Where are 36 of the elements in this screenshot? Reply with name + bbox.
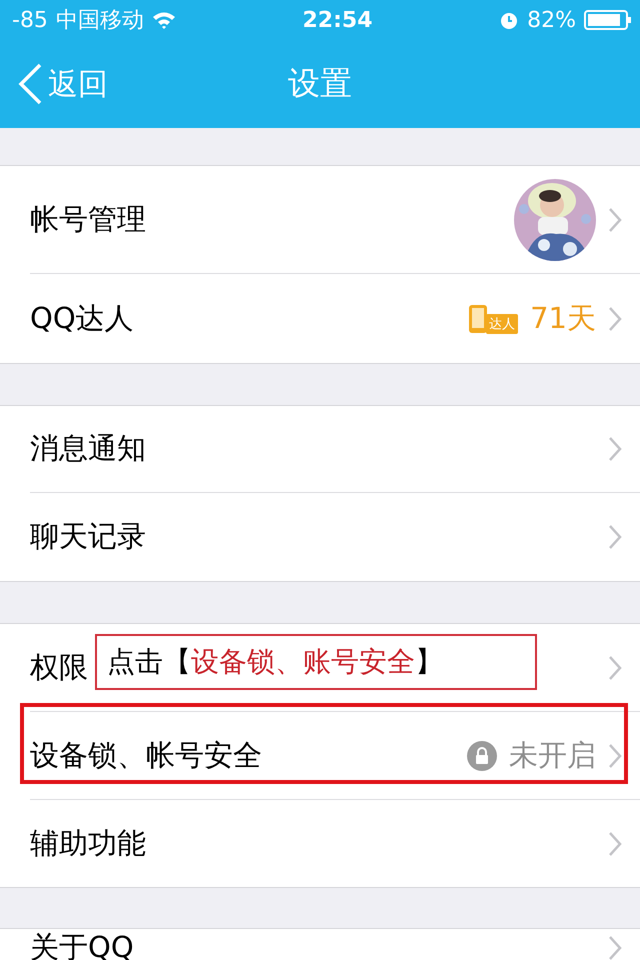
chevron-right-icon — [608, 934, 622, 960]
settings-row[interactable]: 帐号管理 — [30, 166, 640, 274]
settings-row[interactable]: 设备锁、帐号安全 未开启 — [30, 712, 640, 800]
chevron-right-icon — [608, 742, 622, 768]
chevron-left-icon — [18, 63, 42, 105]
alarm-clock-icon — [499, 10, 520, 30]
chevron-right-icon — [608, 654, 622, 680]
chevron-right-icon — [608, 306, 622, 332]
clock-time: 22:54 — [302, 8, 373, 32]
row-label: 关于QQ — [30, 928, 134, 960]
row-label: QQ达人 — [30, 300, 134, 336]
row-label: 辅助功能 — [30, 824, 146, 862]
lock-icon — [467, 740, 497, 770]
settings-row[interactable]: 辅助功能 — [30, 800, 640, 887]
row-label: 聊天记录 — [30, 518, 146, 555]
chevron-right-icon — [608, 436, 622, 462]
row-label: 设备锁、帐号安全 — [30, 736, 262, 774]
settings-row[interactable]: QQ达人 达人 71天 — [30, 274, 640, 363]
days-value: 71天 — [530, 300, 596, 336]
settings-row[interactable]: 关于QQ — [30, 929, 640, 960]
row-label: 帐号管理 — [30, 200, 146, 238]
settings-row[interactable]: 聊天记录 — [30, 493, 640, 581]
carrier-name: 中国移动 — [56, 7, 144, 35]
chevron-right-icon — [608, 206, 622, 232]
row-label: 消息通知 — [30, 430, 146, 467]
row-label: 权限 — [30, 648, 88, 686]
signal-strength: -85 — [12, 8, 48, 32]
wifi-icon — [152, 11, 176, 29]
battery-percent: 82% — [527, 8, 576, 32]
battery-icon — [584, 10, 632, 30]
chevron-right-icon — [608, 830, 622, 856]
annotation-tooltip: 点击【设备锁、账号安全】 — [95, 634, 537, 690]
settings-row[interactable]: 消息通知 — [30, 406, 640, 493]
chevron-right-icon — [608, 524, 622, 550]
screen-title: 设置 — [288, 63, 352, 104]
status-value: 未开启 — [509, 736, 596, 774]
